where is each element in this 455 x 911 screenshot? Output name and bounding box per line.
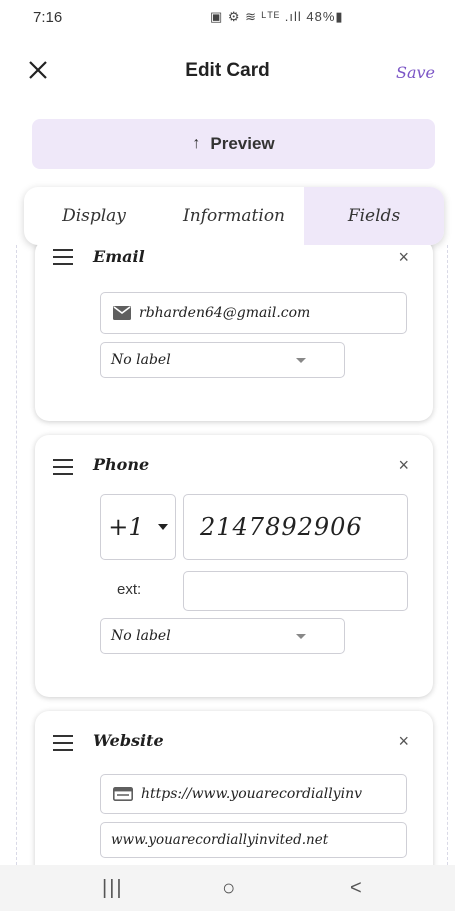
email-value: rbharden64@gmail.com xyxy=(139,305,311,321)
website-display-text-value: www.youarecordiallyinvited.net xyxy=(111,832,329,848)
envelope-icon xyxy=(113,306,131,320)
email-input[interactable]: rbharden64@gmail.com xyxy=(100,292,407,334)
drag-handle-icon[interactable] xyxy=(53,249,73,270)
tab-fields[interactable]: Fields xyxy=(304,187,444,245)
preview-label: Preview xyxy=(210,134,275,153)
drag-handle-icon[interactable] xyxy=(53,735,73,756)
phone-label-value: No label xyxy=(111,628,171,644)
browser-icon xyxy=(113,787,133,801)
save-button[interactable]: Save xyxy=(396,63,435,82)
country-code-value: +1 xyxy=(108,513,144,541)
tab-display[interactable]: Display xyxy=(24,187,164,245)
website-field-card: Website × https://www.youarecordiallyinv… xyxy=(35,711,433,865)
email-label-value: No label xyxy=(111,352,171,368)
website-title: Website xyxy=(93,731,164,750)
preview-button[interactable]: ↑ Preview xyxy=(32,119,435,169)
status-bar: 7:16 ▣ ⚙ ≋ ᴸᵀᴱ .ıll 48%▮ xyxy=(0,0,455,36)
remove-phone-icon[interactable]: × xyxy=(398,455,409,476)
tab-bar: Display Information Fields xyxy=(24,187,444,245)
caret-down-icon xyxy=(157,524,168,530)
tab-information[interactable]: Information xyxy=(164,187,304,245)
chevron-down-icon xyxy=(296,357,306,363)
website-display-text-input[interactable]: www.youarecordiallyinvited.net xyxy=(100,822,407,858)
website-url-input[interactable]: https://www.youarecordiallyinv xyxy=(100,774,407,814)
system-nav-bar: ||| ○ < xyxy=(0,865,455,911)
website-url-value: https://www.youarecordiallyinv xyxy=(141,786,362,802)
phone-number-input[interactable]: 2147892906 xyxy=(183,494,408,560)
arrow-up-icon: ↑ xyxy=(192,135,201,152)
phone-title: Phone xyxy=(93,455,150,474)
remove-website-icon[interactable]: × xyxy=(398,731,409,752)
phone-label-select[interactable]: No label xyxy=(100,618,345,654)
ext-input[interactable] xyxy=(183,571,408,611)
drag-handle-icon[interactable] xyxy=(53,459,73,480)
ext-label: ext: xyxy=(117,581,142,598)
email-field-card: Email × rbharden64@gmail.com No label xyxy=(35,245,433,421)
remove-email-icon[interactable]: × xyxy=(398,247,409,268)
status-indicators: ▣ ⚙ ≋ ᴸᵀᴱ .ıll 48%▮ xyxy=(210,9,344,24)
email-title: Email xyxy=(93,247,145,266)
home-icon[interactable]: ○ xyxy=(222,875,235,901)
country-code-select[interactable]: +1 xyxy=(100,494,176,560)
back-icon[interactable]: < xyxy=(350,877,362,900)
recents-icon[interactable]: ||| xyxy=(102,877,124,900)
email-label-select[interactable]: No label xyxy=(100,342,345,378)
chevron-down-icon xyxy=(296,633,306,639)
status-time: 7:16 xyxy=(33,9,63,26)
page-title: Edit Card xyxy=(185,60,270,81)
phone-number-value: 2147892906 xyxy=(200,513,363,541)
fields-list[interactable]: Email × rbharden64@gmail.com No label Ph… xyxy=(16,245,448,865)
phone-field-card: Phone × +1 2147892906 ext: No label xyxy=(35,435,433,697)
